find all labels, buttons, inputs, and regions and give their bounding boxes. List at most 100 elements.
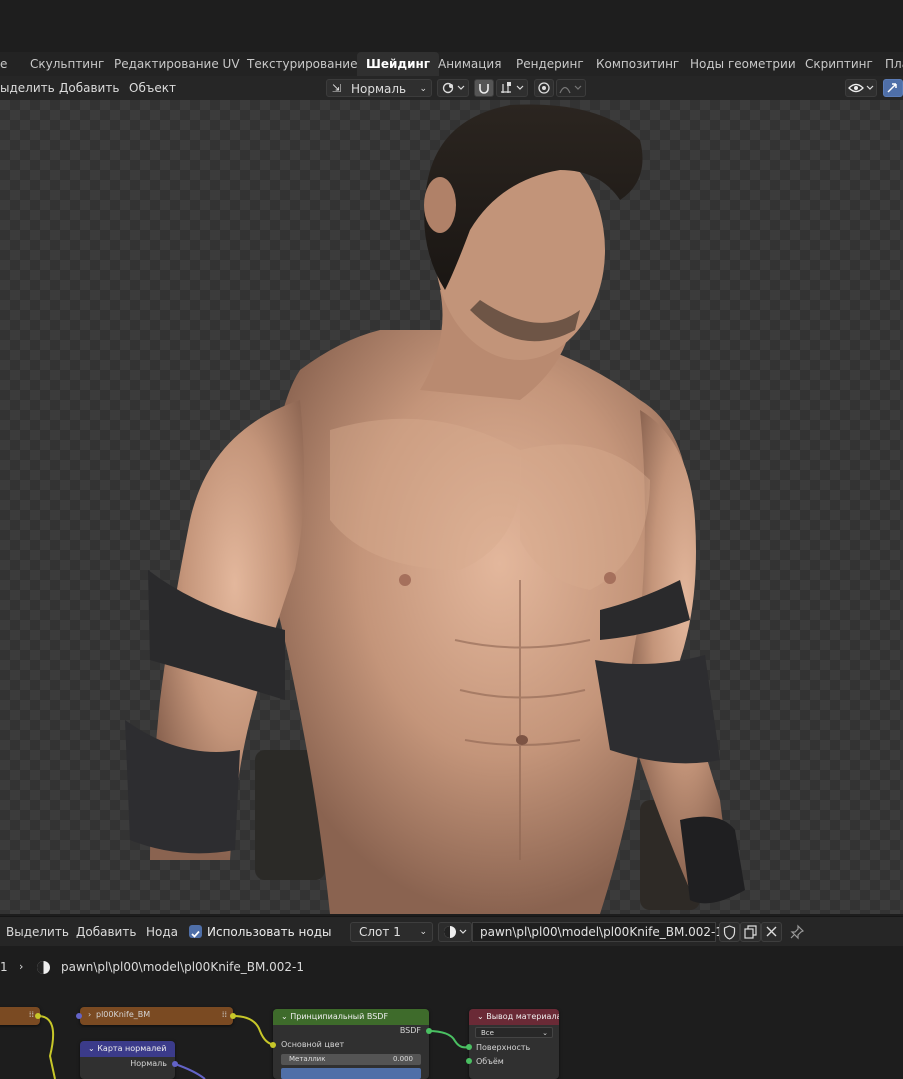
normal-map-header: ⌄ Карта нормалей xyxy=(80,1041,175,1057)
chevron-down-icon: ⌄ xyxy=(419,927,427,937)
breadcrumb-index: 1 xyxy=(0,960,8,974)
node-partial-left[interactable]: ⁞⁞ xyxy=(0,1007,40,1025)
material-sphere-icon xyxy=(37,961,50,974)
collapse-icon: ⁞⁞ xyxy=(221,1010,227,1019)
tab-compositing[interactable]: Композитинг xyxy=(587,52,688,76)
bsdf-output-socket[interactable] xyxy=(426,1028,432,1034)
tab-geometry-nodes[interactable]: Ноды геометрии xyxy=(681,52,805,76)
pivot-point-button[interactable] xyxy=(437,79,469,97)
tab-partial-right[interactable]: Пла xyxy=(876,52,903,76)
menu-select[interactable]: ыделить xyxy=(0,76,55,100)
pin-button[interactable] xyxy=(789,924,805,940)
material-output-node[interactable]: ⌄ Вывод материала Все ⌄ Поверхность Объё… xyxy=(469,1009,559,1079)
orientation-icon: ⇲ xyxy=(332,82,342,95)
material-name-value: pawn\pl\pl00\model\pl00Knife_BM.002-1 xyxy=(480,925,724,939)
node-editor-header: Выделить Добавить Нода Использовать ноды… xyxy=(0,916,903,947)
fake-user-button[interactable] xyxy=(719,922,740,942)
menu-select[interactable]: Выделить xyxy=(6,917,69,947)
slot-dropdown[interactable]: Слот 1 ⌄ xyxy=(350,922,433,942)
material-sphere-icon xyxy=(444,926,467,938)
transform-orientation-dropdown[interactable]: ⇲ Нормаль ⌄ xyxy=(326,79,432,97)
tab-sculpting[interactable]: Скульптинг xyxy=(21,52,113,76)
character-render xyxy=(125,104,745,914)
workspace-tabs: е Скульптинг Редактирование UV Текстурир… xyxy=(0,52,903,76)
roughness-slider[interactable] xyxy=(281,1068,421,1079)
close-icon xyxy=(766,926,777,937)
principled-header: ⌄ Принципиальный BSDF xyxy=(273,1009,429,1025)
snap-grid-icon xyxy=(501,82,524,93)
chevron-down-icon: ⌄ xyxy=(281,1012,288,1021)
output-target-dropdown[interactable]: Все ⌄ xyxy=(475,1027,553,1038)
base-color-input-label: Основной цвет xyxy=(281,1040,345,1049)
eye-icon xyxy=(848,83,874,93)
menu-object[interactable]: Объект xyxy=(129,76,176,100)
check-icon xyxy=(191,930,200,938)
tab-partial-left[interactable]: е xyxy=(0,52,16,76)
shield-icon xyxy=(723,925,736,940)
normal-map-title: Карта нормалей xyxy=(97,1044,167,1053)
output-target-value: Все xyxy=(481,1029,494,1037)
viewport-header: ыделить Добавить Объект ⇲ Нормаль ⌄ xyxy=(0,76,903,100)
use-nodes-checkbox[interactable] xyxy=(189,925,202,938)
surface-socket[interactable] xyxy=(466,1044,472,1050)
tab-texture-paint[interactable]: Текстурирование xyxy=(238,52,366,76)
output-header: ⌄ Вывод материала xyxy=(469,1009,559,1025)
principled-bsdf-node[interactable]: ⌄ Принципиальный BSDF BSDF Основной цвет… xyxy=(273,1009,429,1079)
volume-socket[interactable] xyxy=(466,1058,472,1064)
use-nodes-label: Использовать ноды xyxy=(207,925,332,939)
volume-input-label: Объём xyxy=(476,1057,504,1066)
menu-node[interactable]: Нода xyxy=(146,917,178,947)
copy-icon xyxy=(744,925,757,939)
normal-output-socket[interactable] xyxy=(172,1061,178,1067)
normal-output-label: Нормаль xyxy=(130,1059,167,1068)
proportional-editing-toggle[interactable] xyxy=(534,79,554,97)
magnet-icon xyxy=(479,84,489,94)
snap-target-dropdown[interactable] xyxy=(496,79,528,97)
base-color-socket[interactable] xyxy=(270,1042,276,1048)
tab-animation[interactable]: Анимация xyxy=(429,52,510,76)
menu-add[interactable]: Добавить xyxy=(59,76,119,100)
normal-map-node[interactable]: ⌄ Карта нормалей Нормаль xyxy=(80,1041,175,1079)
image-node-title: pl00Knife_BM xyxy=(96,1010,151,1019)
material-browse-button[interactable] xyxy=(438,922,472,942)
proportional-edit-icon xyxy=(538,82,550,94)
title-bar-area xyxy=(0,0,903,52)
chevron-down-icon: ⌄ xyxy=(419,84,427,94)
tab-uv-editing[interactable]: Редактирование UV xyxy=(105,52,249,76)
metallic-value: 0.000 xyxy=(392,1055,413,1063)
collapse-icon: ⁞⁞ xyxy=(28,1010,34,1019)
output-title: Вывод материала xyxy=(486,1012,559,1021)
image-texture-node[interactable]: › pl00Knife_BM ⁞⁞ xyxy=(80,1007,233,1025)
gizmo-toggle[interactable] xyxy=(883,79,903,97)
tab-shading[interactable]: Шейдинг xyxy=(357,52,440,76)
bsdf-output-label: BSDF xyxy=(399,1026,421,1035)
slot-value: Слот 1 xyxy=(359,925,401,939)
color-output-socket[interactable] xyxy=(230,1013,236,1019)
orientation-value: Нормаль xyxy=(351,82,407,96)
surface-input-label: Поверхность xyxy=(476,1043,531,1052)
proportional-falloff-dropdown[interactable] xyxy=(556,79,586,97)
metallic-label: Металлик xyxy=(289,1055,326,1063)
chevron-right-icon: › xyxy=(19,960,24,973)
chevron-down-icon: ⌄ xyxy=(88,1044,95,1053)
color-socket[interactable] xyxy=(35,1013,41,1019)
gizmo-icon xyxy=(887,83,897,93)
principled-title: Принципиальный BSDF xyxy=(290,1012,389,1021)
pivot-icon xyxy=(442,82,465,94)
tab-rendering[interactable]: Рендеринг xyxy=(507,52,593,76)
duplicate-material-button[interactable] xyxy=(740,922,761,942)
chevron-right-icon: › xyxy=(88,1010,92,1019)
metallic-slider[interactable]: Металлик 0.000 xyxy=(281,1054,421,1065)
unlink-material-button[interactable] xyxy=(761,922,782,942)
breadcrumb-material: pawn\pl\pl00\model\pl00Knife_BM.002-1 xyxy=(61,960,305,974)
tab-scripting[interactable]: Скриптинг xyxy=(796,52,882,76)
3d-viewport[interactable] xyxy=(0,100,903,914)
pin-icon xyxy=(790,924,805,940)
menu-add[interactable]: Добавить xyxy=(76,917,136,947)
visibility-dropdown[interactable] xyxy=(845,79,877,97)
chevron-down-icon: ⌄ xyxy=(477,1012,484,1021)
snap-toggle[interactable] xyxy=(474,79,494,97)
material-name-field[interactable]: pawn\pl\pl00\model\pl00Knife_BM.002-1 xyxy=(472,922,723,942)
vector-socket[interactable] xyxy=(76,1013,82,1019)
chevron-down-icon: ⌄ xyxy=(542,1029,548,1037)
